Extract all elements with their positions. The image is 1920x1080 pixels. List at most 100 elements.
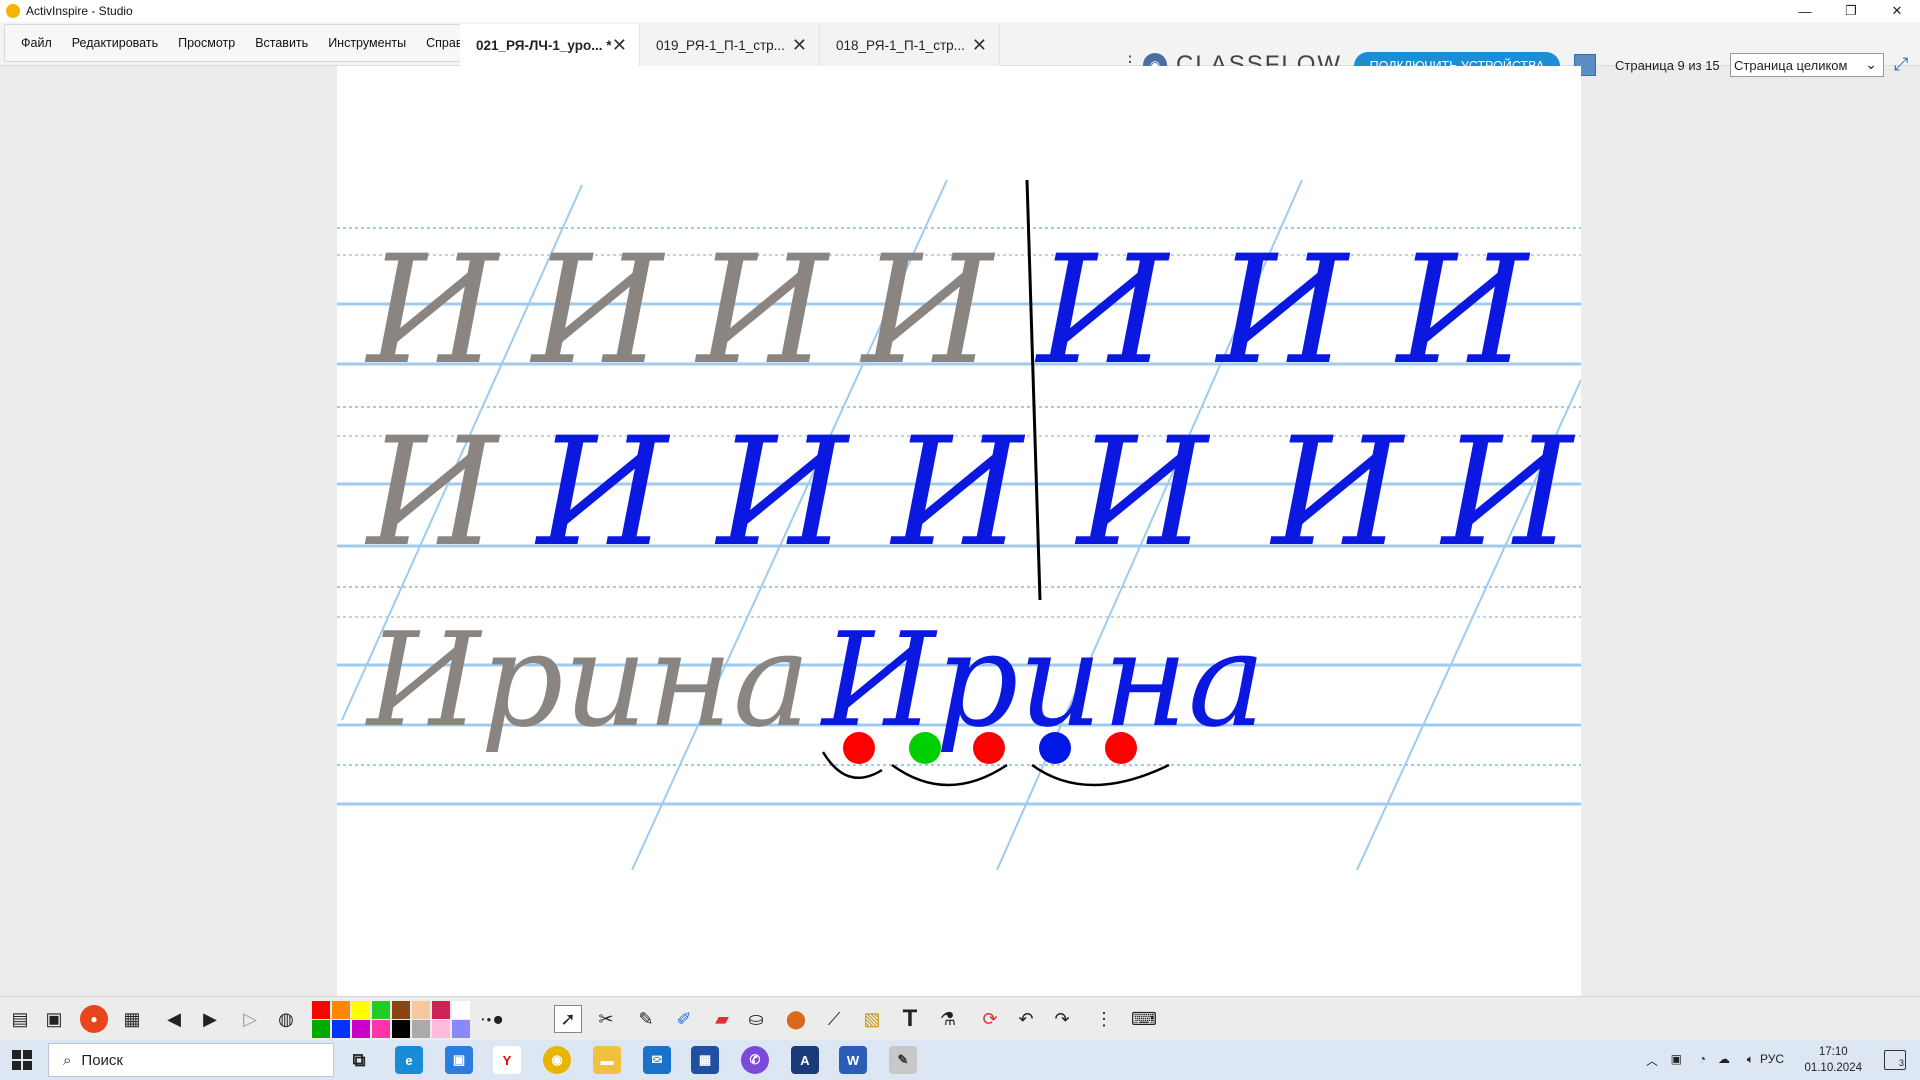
window-title: ActivInspire - Studio xyxy=(26,4,133,18)
tray-chevron-up-icon[interactable]: ︿ xyxy=(1646,1052,1658,1069)
connector-icon[interactable]: ⟋ xyxy=(820,1005,848,1033)
text-tool-icon[interactable]: T xyxy=(896,1005,924,1033)
activinspire-taskbar-icon[interactable]: A xyxy=(791,1046,819,1074)
color-swatch[interactable] xyxy=(352,1020,370,1038)
handwritten-letter: И xyxy=(1214,224,1351,398)
word-icon[interactable]: W xyxy=(839,1046,867,1074)
notification-count: 3 xyxy=(1898,1058,1904,1068)
search-placeholder: Поиск xyxy=(81,1051,123,1069)
pen-icon[interactable]: ✎ xyxy=(632,1005,660,1033)
color-swatch[interactable] xyxy=(372,1020,390,1038)
desktop-annotate-icon[interactable]: ⌨ xyxy=(1130,1005,1158,1033)
zoom-select[interactable]: Страница целиком ⌄ xyxy=(1730,53,1884,77)
menu-view[interactable]: Просмотр xyxy=(178,36,235,50)
color-swatch[interactable] xyxy=(332,1020,350,1038)
clear-icon[interactable]: ⚗ xyxy=(934,1005,962,1033)
tab-document-021[interactable]: 021_РЯ-ЛЧ-1_уро... * ✕ xyxy=(460,24,640,66)
globe-icon[interactable]: ◍ xyxy=(272,1005,300,1033)
color-swatch[interactable] xyxy=(432,1020,450,1038)
color-swatch[interactable] xyxy=(392,1001,410,1019)
clock[interactable]: 17:10 01.10.2024 xyxy=(1804,1044,1862,1076)
shape-icon[interactable]: ⬤ xyxy=(782,1005,810,1033)
fill-icon[interactable]: ⛀ xyxy=(742,1005,770,1033)
syllable-dot xyxy=(909,732,941,764)
viber-icon[interactable]: ✆ xyxy=(741,1046,769,1074)
menu-file[interactable]: Файл xyxy=(21,36,52,50)
eraser-icon[interactable]: ▰ xyxy=(708,1005,736,1033)
dashboard-icon[interactable]: ▦ xyxy=(118,1005,146,1033)
main-toolbar: ▤ ▣ ● ▦ ◀ ▶ ▷ ◍ • ● ⬤ ➚ ✂ ✎ ✐ ▰ ⛀ ⬤ ⟋ ▧ … xyxy=(0,996,1920,1040)
yandex-icon[interactable]: Y xyxy=(493,1046,521,1074)
store-icon[interactable]: ▣ xyxy=(445,1046,473,1074)
color-swatch[interactable] xyxy=(452,1001,470,1019)
close-tab-icon[interactable]: ✕ xyxy=(612,35,627,56)
printed-letter: И xyxy=(529,224,666,398)
select-tool-icon[interactable]: ➚ xyxy=(554,1005,582,1033)
close-tab-icon[interactable]: ✕ xyxy=(792,35,807,56)
windows-start-icon[interactable] xyxy=(12,1050,32,1070)
chrome-icon[interactable]: ◉ xyxy=(543,1046,571,1074)
previous-page-icon[interactable]: ◀ xyxy=(160,1005,188,1033)
tab-label: 018_РЯ-1_П-1_стр... xyxy=(836,37,965,53)
restore-icon[interactable]: ❐ xyxy=(1828,0,1874,22)
menu-insert[interactable]: Вставить xyxy=(255,36,308,50)
handwritten-letter: И xyxy=(1034,224,1171,398)
color-swatch[interactable] xyxy=(432,1001,450,1019)
pen-width-icon[interactable]: • ● ⬤ xyxy=(478,1005,506,1033)
highlighter-icon[interactable]: ✐ xyxy=(670,1005,698,1033)
notifications-icon[interactable]: 3 xyxy=(1884,1050,1906,1070)
task-view-icon[interactable]: ⧉ xyxy=(345,1046,373,1074)
taskbar-search[interactable]: ⌕ Поиск xyxy=(48,1043,334,1077)
printed-word: Ирина xyxy=(365,604,810,756)
undo-icon[interactable]: ↶ xyxy=(1012,1005,1040,1033)
app-icon[interactable]: ▦ xyxy=(691,1046,719,1074)
color-swatch[interactable] xyxy=(332,1001,350,1019)
writing-board[interactable]: И И И И И Ирина И И И И И И И И И Ирина xyxy=(337,180,1581,870)
play-icon[interactable]: ▷ xyxy=(236,1005,264,1033)
color-swatch[interactable] xyxy=(312,1020,330,1038)
tools-icon[interactable]: ✂ xyxy=(592,1005,620,1033)
color-swatch[interactable] xyxy=(392,1020,410,1038)
mail-icon[interactable]: ✉ xyxy=(643,1046,671,1074)
language-indicator[interactable]: РУС xyxy=(1760,1052,1784,1066)
browser-icon[interactable]: ▣ xyxy=(40,1005,68,1033)
color-swatch[interactable] xyxy=(452,1020,470,1038)
handwritten-letter: И xyxy=(889,406,1026,580)
color-swatch[interactable] xyxy=(412,1020,430,1038)
title-bar: ActivInspire - Studio — ❐ ✕ xyxy=(0,0,1920,22)
handwritten-letter: И xyxy=(1269,406,1406,580)
volume-icon[interactable]: 🔈︎ xyxy=(1747,1052,1754,1067)
studio-icon[interactable]: ✎ xyxy=(889,1046,917,1074)
record-icon[interactable]: ● xyxy=(80,1005,108,1033)
close-icon[interactable]: ✕ xyxy=(1874,0,1920,22)
color-swatch[interactable] xyxy=(412,1001,430,1019)
search-icon: ⌕ xyxy=(63,1051,72,1069)
main-menu-icon[interactable]: ▤ xyxy=(6,1005,34,1033)
resource-library-icon[interactable]: ▧ xyxy=(858,1005,886,1033)
more-tools-icon[interactable]: ⋮ xyxy=(1090,1005,1118,1033)
redo-icon[interactable]: ↷ xyxy=(1048,1005,1076,1033)
close-tab-icon[interactable]: ✕ xyxy=(972,35,987,56)
next-page-icon[interactable]: ▶ xyxy=(196,1005,224,1033)
clock-time: 17:10 xyxy=(1818,1046,1848,1058)
menu-tools[interactable]: Инструменты xyxy=(328,36,406,50)
color-swatch[interactable] xyxy=(372,1001,390,1019)
tab-document-019[interactable]: 019_РЯ-1_П-1_стр... ✕ xyxy=(640,24,820,66)
minimize-icon[interactable]: — xyxy=(1782,0,1828,22)
color-swatch[interactable] xyxy=(352,1001,370,1019)
tray-app-icon[interactable]: ▣ xyxy=(1671,1052,1682,1066)
fullscreen-icon[interactable]: ⤢ xyxy=(1894,54,1908,75)
file-explorer-icon[interactable]: ▬ xyxy=(593,1046,621,1074)
wifi-icon[interactable]: ◔ xyxy=(1699,1052,1706,1066)
color-swatch[interactable] xyxy=(312,1001,330,1019)
cloud-icon[interactable]: ☁ xyxy=(1718,1052,1730,1066)
printed-letter: И xyxy=(364,406,501,580)
printed-letter: И xyxy=(694,224,831,398)
reset-page-icon[interactable]: ⟳ xyxy=(976,1005,1004,1033)
printed-letter: И xyxy=(859,224,996,398)
chevron-down-icon: ⌄ xyxy=(1865,56,1877,72)
handwritten-word: Ирина xyxy=(820,604,1265,756)
menu-edit[interactable]: Редактировать xyxy=(72,36,158,50)
tab-document-018[interactable]: 018_РЯ-1_П-1_стр... ✕ xyxy=(820,24,1000,66)
edge-icon[interactable]: e xyxy=(395,1046,423,1074)
